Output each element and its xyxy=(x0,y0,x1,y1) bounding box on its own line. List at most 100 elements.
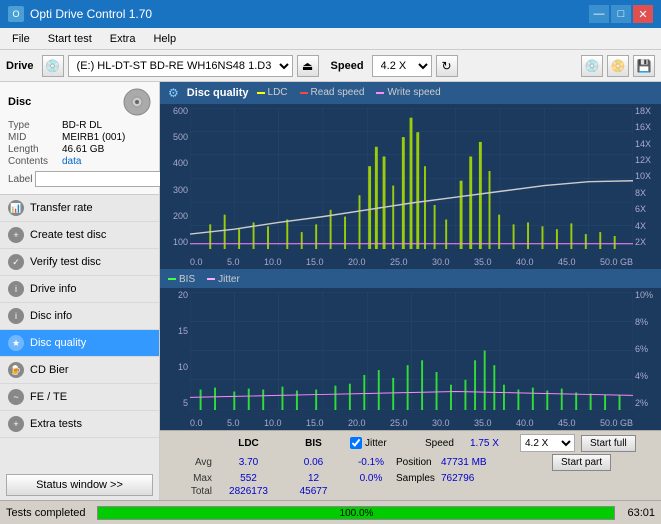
disc-icon xyxy=(123,88,151,116)
sidebar-item-cd-bier[interactable]: 🍺 CD Bier xyxy=(0,357,159,384)
menu-file[interactable]: File xyxy=(4,31,38,47)
create-test-disc-icon: + xyxy=(8,227,24,243)
stats-total-row: Total 2826173 45677 xyxy=(166,486,655,497)
legend-read: Read speed xyxy=(300,87,365,98)
disc-header: Disc xyxy=(8,88,151,116)
top-y-labels-right: 18X 16X 14X 12X 10X 8X 6X 4X 2X xyxy=(633,104,661,250)
sidebar-item-extra-tests[interactable]: + Extra tests xyxy=(0,411,159,438)
speed-label: Speed xyxy=(331,60,364,72)
titlebar: O Opti Drive Control 1.70 — □ ✕ xyxy=(0,0,661,28)
stats-max-row: Max 552 12 0.0% Samples 762796 xyxy=(166,473,655,484)
avg-bis: 0.06 xyxy=(281,457,346,468)
legend-ldc: LDC xyxy=(257,87,288,98)
samples-label: Samples xyxy=(396,473,441,484)
eject-button[interactable]: ⏏ xyxy=(297,55,319,77)
cd-bier-icon: 🍺 xyxy=(8,362,24,378)
stats-header-row: LDC BIS Jitter Speed 1.75 X 4.2 X Start … xyxy=(166,434,655,452)
progress-bar-container: 100.0% xyxy=(97,506,615,520)
ldc-label: LDC xyxy=(268,87,288,98)
max-label: Max xyxy=(166,473,216,484)
position-val: 47731 MB xyxy=(441,457,491,468)
ldc-dot xyxy=(257,92,265,94)
drive-select[interactable]: (E:) HL-DT-ST BD-RE WH16NS48 1.D3 xyxy=(68,55,293,77)
top-chart-svg xyxy=(190,108,633,250)
total-ldc: 2826173 xyxy=(216,486,281,497)
sidebar-item-create-test-disc[interactable]: + Create test disc xyxy=(0,222,159,249)
start-full-button[interactable]: Start full xyxy=(581,435,636,452)
status-window-button[interactable]: Status window >> xyxy=(6,474,153,496)
speed-dropdown[interactable]: 4.2 X xyxy=(520,434,575,452)
ldc-col-head: LDC xyxy=(216,438,281,449)
sidebar-item-fe-te[interactable]: ~ FE / TE xyxy=(0,384,159,411)
bis-label: BIS xyxy=(179,274,195,285)
sidebar-item-transfer-rate[interactable]: 📊 Transfer rate xyxy=(0,195,159,222)
top-x-labels: 0.0 5.0 10.0 15.0 20.0 25.0 30.0 35.0 40… xyxy=(190,257,633,267)
toolbar: Drive 💿 (E:) HL-DT-ST BD-RE WH16NS48 1.D… xyxy=(0,50,661,82)
menu-extra[interactable]: Extra xyxy=(102,31,144,47)
label-input[interactable] xyxy=(35,171,173,187)
disc-info-grid: Type BD-R DL MID MEIRB1 (001) Length 46.… xyxy=(8,120,151,167)
stats-avg-row: Avg 3.70 0.06 -0.1% Position 47731 MB St… xyxy=(166,454,655,471)
time-display: 63:01 xyxy=(627,507,655,519)
write-label: Write speed xyxy=(387,87,440,98)
total-label: Total xyxy=(166,486,216,497)
total-bis: 45677 xyxy=(281,486,346,497)
sidebar: Disc Type BD-R DL MID MEIRB1 (001) Lengt… xyxy=(0,82,160,500)
main-content: Disc Type BD-R DL MID MEIRB1 (001) Lengt… xyxy=(0,82,661,500)
bis-dot xyxy=(168,278,176,280)
minimize-button[interactable]: — xyxy=(589,5,609,23)
read-label: Read speed xyxy=(311,87,365,98)
contents-label: Contents xyxy=(8,156,58,167)
start-part-button[interactable]: Start part xyxy=(552,454,611,471)
app-icon: O xyxy=(8,6,24,22)
menu-start-test[interactable]: Start test xyxy=(40,31,100,47)
max-ldc: 552 xyxy=(216,473,281,484)
avg-jitter: -0.1% xyxy=(346,457,396,468)
legend-bis: BIS xyxy=(168,274,195,285)
extra-tests-label: Extra tests xyxy=(30,418,82,430)
length-label: Length xyxy=(8,144,58,155)
sidebar-item-drive-info[interactable]: i Drive info xyxy=(0,276,159,303)
chart-top-legend: LDC Read speed Write speed xyxy=(257,87,441,98)
verify-test-disc-icon: ✓ xyxy=(8,254,24,270)
speed-select[interactable]: 4.2 X xyxy=(372,55,432,77)
bottom-status-bar: Tests completed 100.0% 63:01 xyxy=(0,500,661,524)
type-value: BD-R DL xyxy=(62,120,151,131)
bis-chart-header: BIS Jitter xyxy=(160,270,661,288)
close-button[interactable]: ✕ xyxy=(633,5,653,23)
disc-info-label: Disc info xyxy=(30,310,72,322)
save-button[interactable]: 💾 xyxy=(633,55,655,77)
bot-chart-svg xyxy=(190,292,633,410)
menu-help[interactable]: Help xyxy=(145,31,184,47)
fe-te-icon: ~ xyxy=(8,389,24,405)
chart-title: Disc quality xyxy=(187,87,249,99)
sidebar-item-disc-quality[interactable]: ★ Disc quality xyxy=(0,330,159,357)
progress-text: 100.0% xyxy=(98,507,614,520)
speed-val: 1.75 X xyxy=(470,438,520,449)
disc-button[interactable]: 💿 xyxy=(581,55,603,77)
disc-panel: Disc Type BD-R DL MID MEIRB1 (001) Lengt… xyxy=(0,82,159,195)
cd-bier-label: CD Bier xyxy=(30,364,69,376)
titlebar-left: O Opti Drive Control 1.70 xyxy=(8,6,152,22)
mid-value: MEIRB1 (001) xyxy=(62,132,151,143)
bis-legend: BIS Jitter xyxy=(168,274,240,285)
bis-col-head: BIS xyxy=(281,438,346,449)
chart-header: ⚙ Disc quality LDC Read speed Write spee… xyxy=(160,82,661,104)
sidebar-item-verify-test-disc[interactable]: ✓ Verify test disc xyxy=(0,249,159,276)
max-jitter: 0.0% xyxy=(346,473,396,484)
jitter-checkbox[interactable] xyxy=(350,437,362,449)
refresh-button[interactable]: ↻ xyxy=(436,55,458,77)
sidebar-item-disc-info[interactable]: i Disc info xyxy=(0,303,159,330)
legend-jitter: Jitter xyxy=(207,274,240,285)
samples-val: 762796 xyxy=(441,473,491,484)
top-chart: 600 500 400 300 200 100 18X 16X 14X 12X … xyxy=(160,104,661,271)
bot-y-labels-left: 20 15 10 5 xyxy=(160,288,190,410)
disc2-button[interactable]: 📀 xyxy=(607,55,629,77)
verify-test-disc-label: Verify test disc xyxy=(30,256,101,268)
maximize-button[interactable]: □ xyxy=(611,5,631,23)
bot-x-labels: 0.0 5.0 10.0 15.0 20.0 25.0 30.0 35.0 40… xyxy=(190,418,633,428)
length-value: 46.61 GB xyxy=(62,144,151,155)
top-y-labels-left: 600 500 400 300 200 100 xyxy=(160,104,190,250)
position-label: Position xyxy=(396,457,441,468)
avg-ldc: 3.70 xyxy=(216,457,281,468)
